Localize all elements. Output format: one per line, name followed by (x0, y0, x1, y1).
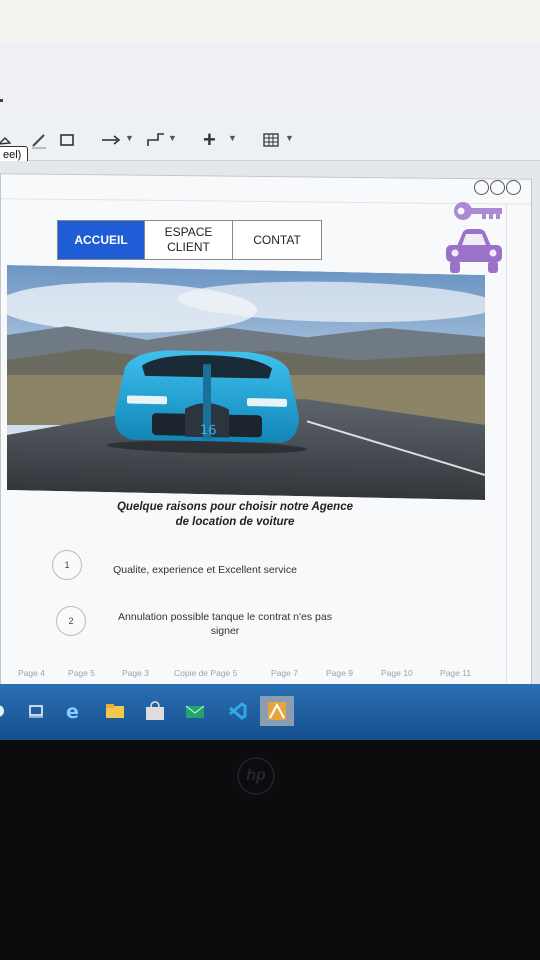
car-icon (443, 226, 503, 281)
reason-text-2-line-2: signer (210, 625, 240, 637)
ribbon-area (0, 44, 540, 123)
hero-image: 16 (7, 264, 485, 501)
nav-accueil[interactable]: ACCUEIL (58, 221, 145, 259)
edge-browser-icon[interactable]: e (64, 700, 86, 723)
reason-text-2-line-1: Annulation possible tanque le contrat n'… (118, 611, 332, 623)
connector-dropdown-icon[interactable]: ▼ (168, 133, 177, 143)
heading-line-1: Quelque raisons pour choisir notre Agenc… (116, 501, 353, 513)
page-tab[interactable]: Page 11 (440, 668, 471, 678)
window-controls (474, 180, 522, 200)
page-right-guide (506, 203, 507, 684)
windows-taskbar: e (0, 684, 540, 740)
reason-number-2: 2 (56, 606, 86, 636)
page-tab[interactable]: Page 4 (18, 668, 45, 678)
heading-line-2: de location de voiture (175, 516, 295, 528)
vscode-icon[interactable] (226, 700, 248, 722)
nav-contat[interactable]: CONTAT (233, 221, 321, 259)
page-tab[interactable]: Page 3 (122, 668, 149, 678)
drawing-toolbar: ▼ ▼ + ▼ ▼ (0, 122, 540, 161)
close-circle-icon[interactable] (506, 180, 521, 195)
app-title-bar (0, 0, 540, 45)
store-icon[interactable] (144, 700, 166, 722)
page-tabs-bar: Page 4 Page 5 Page 3 Copie de Page 5 Pag… (0, 662, 520, 684)
connector-icon[interactable] (146, 130, 168, 154)
plate-text: 16 (200, 423, 217, 438)
hp-logo-icon: hp (237, 757, 275, 795)
rectangle-icon[interactable] (58, 130, 76, 154)
active-app-icon[interactable] (260, 696, 294, 726)
file-explorer-icon[interactable] (104, 700, 126, 722)
key-icon (452, 198, 504, 229)
arrow-dropdown-icon[interactable]: ▼ (125, 133, 134, 143)
section-heading: Quelque raisons pour choisir notre Agenc… (90, 500, 380, 530)
insert-dropdown-icon[interactable]: ▼ (228, 133, 237, 143)
page-tab[interactable]: Page 5 (68, 668, 95, 678)
page-tab[interactable]: Page 7 (271, 668, 298, 678)
table-icon[interactable] (262, 130, 280, 154)
main-nav: ACCUEIL ESPACE CLIENT CONTAT (57, 220, 322, 260)
page-tab[interactable]: Page 9 (326, 668, 353, 678)
nav-espace-client[interactable]: ESPACE CLIENT (145, 221, 233, 259)
mail-icon[interactable] (184, 700, 206, 722)
task-view-icon[interactable] (26, 700, 48, 722)
start-icon[interactable] (0, 700, 18, 722)
maximize-circle-icon[interactable] (490, 180, 505, 195)
page-tab[interactable]: Page 10 (381, 668, 413, 678)
minimize-circle-icon[interactable] (474, 180, 489, 195)
screen: ▼ ▼ + ▼ ▼ eel) ACCUEIL ESPACE CLIENT CON… (0, 0, 540, 745)
arrow-icon[interactable] (100, 130, 122, 154)
reason-text-2: Annulation possible tanque le contrat n'… (100, 610, 350, 638)
pencil-icon[interactable] (30, 130, 48, 154)
plus-icon[interactable]: + (203, 129, 216, 151)
reason-text-1: Qualite, experience et Excellent service (113, 564, 297, 576)
svg-text:e: e (66, 701, 79, 722)
page-tab[interactable]: Copie de Page 5 (174, 668, 237, 678)
reason-number-1: 1 (52, 550, 82, 580)
table-dropdown-icon[interactable]: ▼ (285, 133, 294, 143)
ribbon-marker (0, 99, 3, 102)
